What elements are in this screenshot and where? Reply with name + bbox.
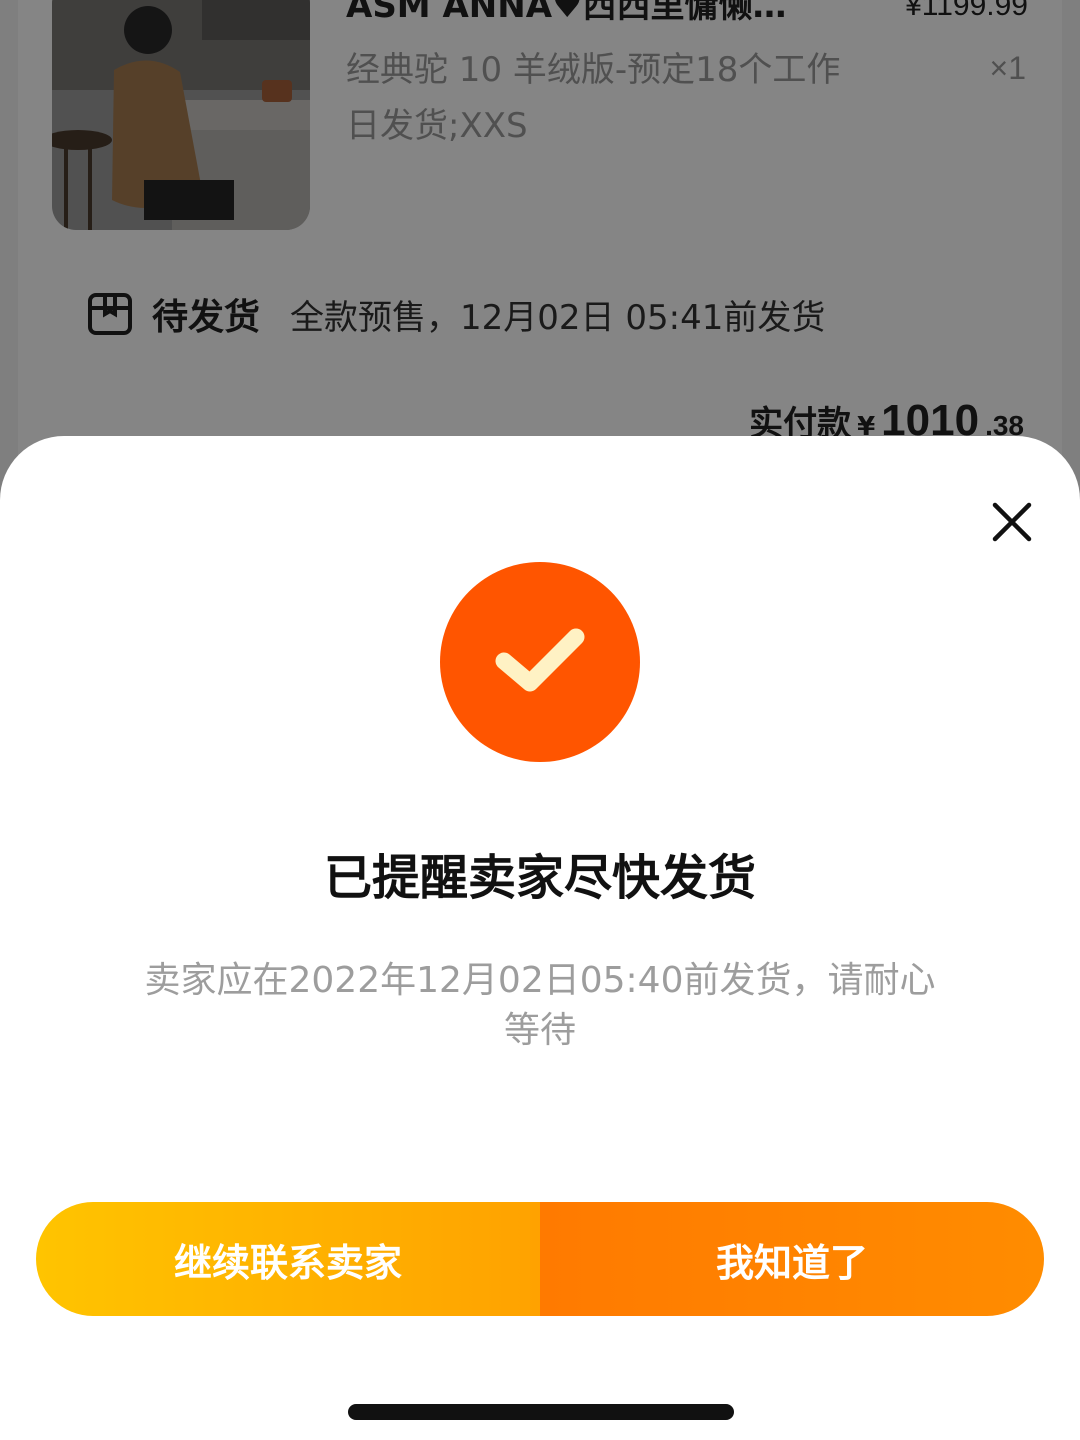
sheet-message: 卖家应在2022年12月02日05:40前发货，请耐心等待: [144, 960, 936, 1051]
success-badge: [440, 562, 640, 762]
contact-seller-button[interactable]: 继续联系卖家: [36, 1202, 540, 1316]
action-button-group: 继续联系卖家 我知道了: [36, 1202, 1044, 1316]
check-icon: [492, 625, 588, 699]
got-it-button[interactable]: 我知道了: [540, 1202, 1044, 1316]
sheet-title: 已提醒卖家尽快发货: [323, 850, 756, 906]
close-icon: [991, 501, 1033, 547]
close-button[interactable]: [984, 496, 1040, 552]
home-indicator[interactable]: [348, 1404, 734, 1420]
